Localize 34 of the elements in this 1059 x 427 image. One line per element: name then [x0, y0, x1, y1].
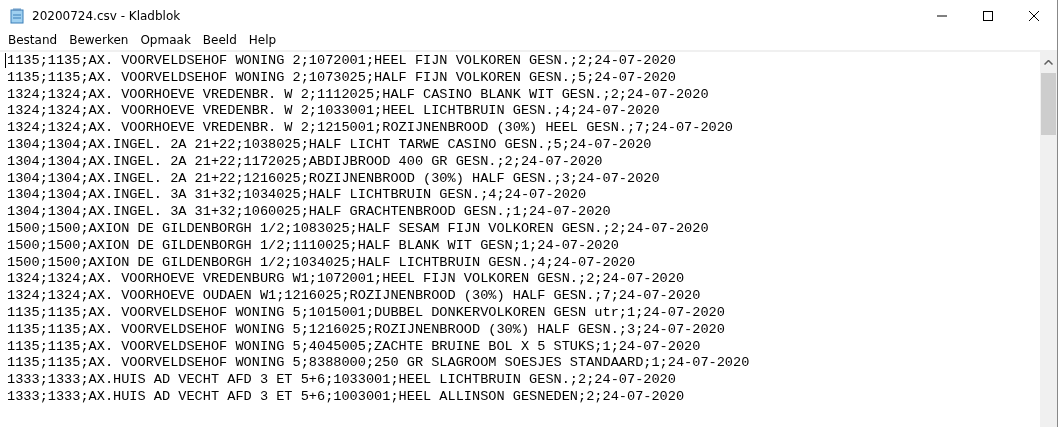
- text-line: 1135;1135;AX. VOORVELDSEHOF WONING 5;1216025;ROZIJNENBROOD (30%) HALF GESN.;3;24-07-2020: [7, 321, 726, 339]
- text-line: 1500;1500;AXION DE GILDENBORGH 1/2;1034025;HALF LICHTBRUIN GESN.;4;24-07-2020: [7, 254, 637, 272]
- notepad-icon: [9, 7, 25, 24]
- text-line: 1500;1500;AXION DE GILDENBORGH 1/2;1110025;HALF BLANK WIT GESN;1;24-07-2020: [7, 237, 620, 255]
- text-line: 1304;1304;AX.INGEL. 2A 21+22;1216025;ROZIJNENBROOD (30%) HALF GESN.;3;24-07-2020: [7, 170, 661, 188]
- text-line: 1324;1324;AX. VOORHOEVE VREDENBR. W 2;1215001;ROZIJNENBROOD (30%) HEEL GESN.;7;24-07-2020: [7, 120, 735, 137]
- menu-item[interactable]: Beeld: [196, 31, 243, 50]
- menu-item[interactable]: Help: [242, 31, 283, 50]
- menu-item[interactable]: Opmaak: [134, 31, 197, 50]
- scroll-up-icon[interactable]: [1044, 60, 1053, 65]
- text-line: 1135;1135;AX. VOORVELDSEHOF WONING 5;1015001;DUBBEL DONKERVOLKOREN GESN utr;1;24-07-2020: [7, 304, 726, 322]
- text-line: 1324;1324;AX. VOORHOEVE VREDENBR. W 2;1112025;HALF CASINO BLANK WIT GESN.;2;24-07-2020: [7, 86, 710, 104]
- menu-item[interactable]: Bewerken: [63, 31, 135, 50]
- text-line: 1304;1304;AX.INGEL. 3A 31+32;1060025;HALF GRACHTENBROOD GESN.;1;24-07-2020: [7, 204, 612, 221]
- scrollbar[interactable]: [1040, 52, 1057, 427]
- scrollbar-thumb[interactable]: [1041, 73, 1056, 135]
- text-line: 1304;1304;AX.INGEL. 2A 21+22;1172025;ABDIJBROOD 400 GR GESN.;2;24-07-2020: [7, 153, 604, 171]
- text-line: 1333;1333;AX.HUIS AD VECHT AFD 3 ET 5+6;1033001;HEEL LICHTBRUIN GESN.;2;24-07-2020: [7, 372, 677, 389]
- text-line: 1500;1500;AXION DE GILDENBORGH 1/2;1083025;HALF SESAM FIJN VOLKOREN GESN.;2;24-07-2020: [7, 220, 710, 238]
- text-line: 1135;1135;AX. VOORVELDSEHOF WONING 2;1073025;HALF FIJN VOLKOREN GESN.;5;24-07-2020: [7, 69, 677, 87]
- text-line: 1333;1333;AX.HUIS AD VECHT AFD 3 ET 5+6;1003001;HEEL ALLINSON GESNEDEN;2;24-07-2020: [7, 388, 686, 406]
- text-line: 1324;1324;AX. VOORHOEVE VREDENBURG W1;1072001;HEEL FIJN VOLKOREN GESN.;2;24-07-2020: [7, 271, 686, 289]
- text-line: 1135;1135;AX. VOORVELDSEHOF WONING 5;8388000;250 GR SLAGROOM SOESJES STANDAARD;1;24-07-2020: [7, 355, 751, 373]
- text-cursor: [5, 53, 6, 68]
- text-line: 1324;1324;AX. VOORHOEVE VREDENBR. W 2;1033001;HEEL LICHTBRUIN GESN.;4;24-07-2020: [7, 103, 661, 121]
- text-line: 1135;1135;AX. VOORVELDSEHOF WONING 5;4045005;ZACHTE BRUINE BOL X 5 STUKS;1;24-07-2020: [7, 338, 702, 356]
- close-icon: [1029, 10, 1039, 21]
- text-line: 1304;1304;AX.INGEL. 2A 21+22;1038025;HALF LICHT TARWE CASINO GESN.;5;24-07-2020: [7, 137, 653, 154]
- menu-item[interactable]: Bestand: [2, 31, 64, 50]
- window-title: 20200724.csv - Kladblok: [32, 8, 182, 23]
- text-line: 1135;1135;AX. VOORVELDSEHOF WONING 2;1072001;HEEL FIJN VOLKOREN GESN.;2;24-07-2020: [7, 53, 677, 70]
- text-line: 1324;1324;AX. VOORHOEVE OUDAEN W1;1216025;ROZIJNENBROOD (30%) HALF GESN.;7;24-07-2020: [7, 288, 702, 305]
- text-line: 1304;1304;AX.INGEL. 3A 31+32;1034025;HALF LICHTBRUIN GESN.;4;24-07-2020: [7, 187, 588, 205]
- maximize-icon: [983, 10, 993, 21]
